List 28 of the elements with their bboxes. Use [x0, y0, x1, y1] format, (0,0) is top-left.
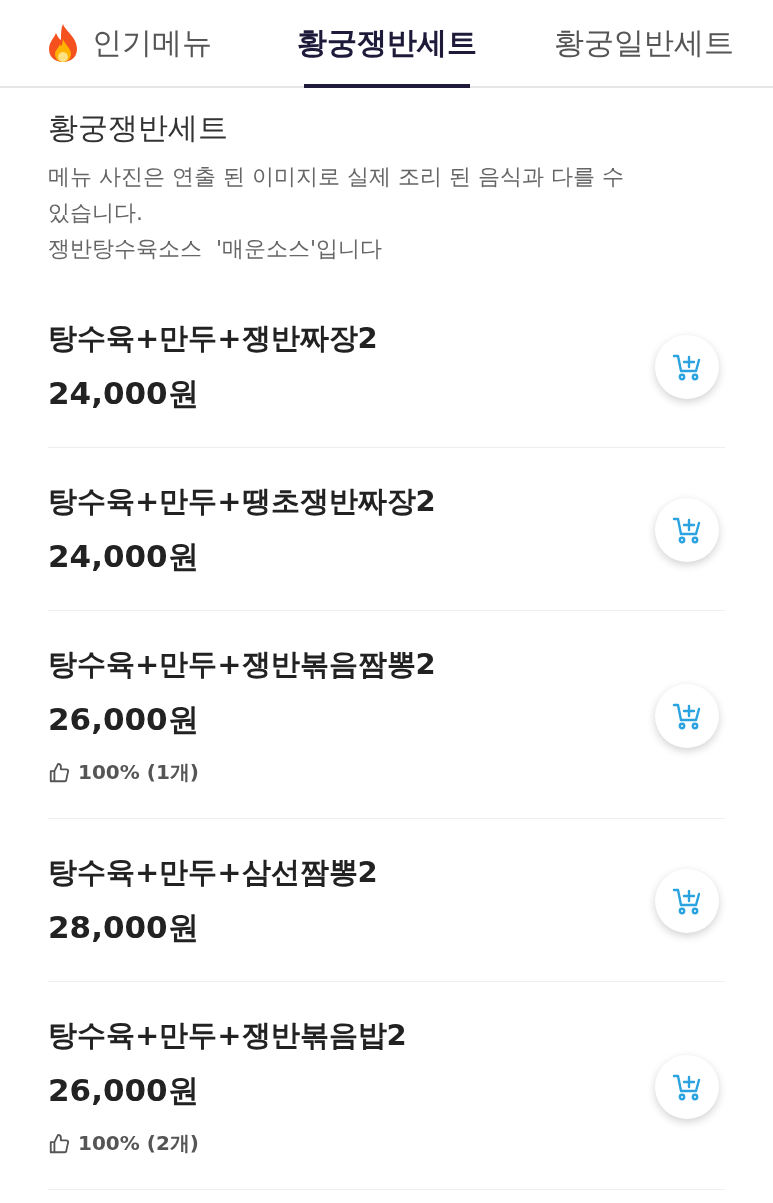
menu-price: 26,000원	[48, 700, 200, 739]
menu-name[interactable]: 탕수육+만두+땡초쟁반짜장2	[48, 482, 655, 522]
menu-price: 28,000원	[48, 908, 200, 947]
category-tab[interactable]: 황궁일반세트	[515, 0, 773, 86]
menu-name[interactable]: 탕수육+만두+삼선짬뽕2	[48, 853, 655, 893]
menu-name[interactable]: 탕수육+만두+쟁반볶음밥2	[48, 1016, 655, 1056]
menu-name[interactable]: 탕수육+만두+쟁반볶음짬뽕2	[48, 645, 655, 685]
section-note: 메뉴 사진은 연출 된 이미지로 실제 조리 된 음식과 다를 수 있습니다.	[48, 163, 625, 227]
rating-text: 100% (1개)	[78, 759, 199, 786]
add-to-cart-button[interactable]	[655, 498, 719, 562]
thumbs-up-icon	[48, 761, 70, 784]
rating-text: 100% (2개)	[78, 1130, 199, 1157]
menu-price: 24,000원	[48, 374, 200, 413]
add-to-cart-button[interactable]	[655, 1054, 719, 1119]
section-title: 황궁쟁반세트	[48, 109, 229, 147]
thumbs-up-icon	[48, 1132, 70, 1155]
add-to-cart-icon	[672, 352, 702, 382]
menu-price: 24,000원	[48, 537, 200, 576]
category-tab[interactable]: 황궁쟁반세트	[257, 0, 516, 86]
add-to-cart-button[interactable]	[655, 869, 719, 933]
menu-price: 26,000원	[48, 1071, 200, 1110]
add-to-cart-button[interactable]	[655, 683, 719, 748]
category-tab[interactable]: 인기메뉴	[0, 0, 258, 86]
add-to-cart-icon	[672, 515, 702, 545]
section-note: 쟁반탕수육소스 '매운소스'입니다	[48, 235, 384, 263]
add-to-cart-icon	[672, 886, 702, 916]
add-to-cart-button[interactable]	[655, 335, 719, 399]
menu-name[interactable]: 탕수육+만두+쟁반짜장2	[48, 319, 655, 359]
